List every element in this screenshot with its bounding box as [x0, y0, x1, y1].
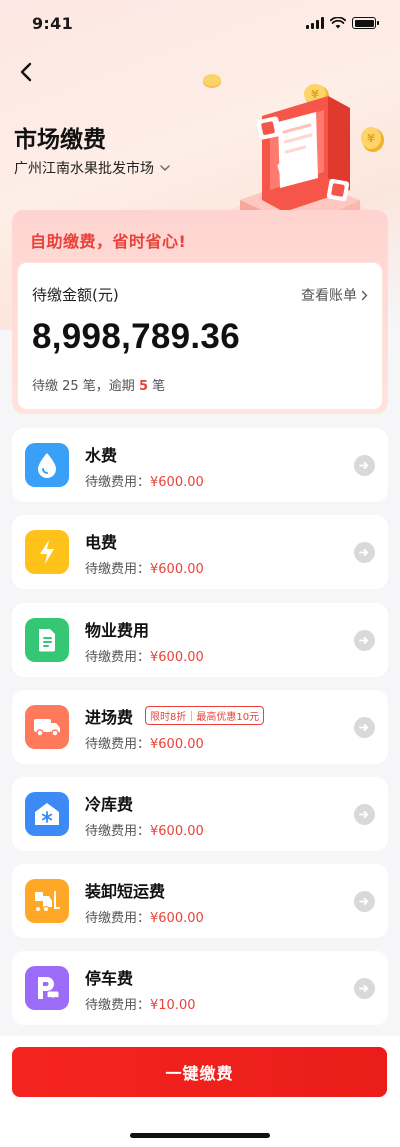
fee-amount: ¥600.00 — [150, 650, 204, 665]
fee-amount: ¥600.00 — [150, 824, 204, 839]
arrow-right-icon[interactable] — [354, 630, 375, 651]
arrow-right-icon[interactable] — [354, 455, 375, 476]
fee-item-parking[interactable]: 停车费 待缴费用：¥10.00 — [12, 951, 388, 1025]
back-arrow-icon — [20, 62, 32, 82]
fee-item-entry[interactable]: 进场费 限时8折｜最高优惠10元 待缴费用：¥600.00 — [12, 690, 388, 764]
fee-amount-label: 待缴费用： — [85, 650, 151, 665]
view-bill-label: 查看账单 — [301, 288, 357, 304]
arrow-right-icon[interactable] — [354, 542, 375, 563]
fee-item-loading[interactable]: 装卸短运费 待缴费用：¥600.00 — [12, 864, 388, 938]
arrow-right-icon[interactable] — [354, 891, 375, 912]
fee-amount-label: 待缴费用： — [85, 911, 151, 926]
fee-amount: ¥600.00 — [150, 911, 204, 926]
slogan: 自助缴费，省时省心! — [30, 232, 187, 251]
fee-amount-label: 待缴费用： — [85, 737, 151, 752]
status-icons — [306, 17, 379, 29]
fee-amount: ¥600.00 — [150, 475, 204, 490]
fee-amount-line: 待缴费用：¥600.00 — [85, 907, 204, 926]
fee-name: 水费 — [85, 446, 118, 465]
fee-amount-line: 待缴费用：¥600.00 — [85, 558, 204, 577]
market-name: 广州江南水果批发市场 — [14, 161, 154, 177]
overdue-count: 5 — [138, 379, 148, 394]
fee-amount: ¥600.00 — [150, 737, 204, 752]
fee-amount-line: 待缴费用：¥600.00 — [85, 733, 204, 752]
status-bar: 9:41 — [0, 0, 400, 46]
coin-icon: ¥ — [361, 127, 384, 152]
document-icon — [25, 618, 69, 662]
due-amount-label: 待缴金额(元) — [32, 286, 119, 304]
arrow-right-icon[interactable] — [354, 978, 375, 999]
cellular-signal-icon — [306, 17, 324, 29]
fee-name: 物业费用 — [85, 621, 150, 640]
pay-all-button[interactable]: 一键缴费 — [12, 1047, 387, 1097]
market-selector[interactable]: 广州江南水果批发市场 — [14, 158, 170, 178]
fee-item-water[interactable]: 水费 待缴费用：¥600.00 — [12, 428, 388, 502]
chevron-right-icon — [361, 290, 368, 300]
fee-item-property[interactable]: 物业费用 待缴费用：¥600.00 — [12, 603, 388, 677]
page-title: 市场缴费 — [14, 127, 106, 153]
count-unit: 笔 — [152, 379, 166, 394]
svg-text:¥: ¥ — [367, 132, 375, 145]
view-bill-link[interactable]: 查看账单 — [301, 285, 368, 305]
status-time: 9:41 — [32, 13, 73, 33]
due-amount-value: 8,998,789.36 — [32, 317, 240, 356]
back-button[interactable] — [12, 58, 40, 86]
fee-name: 电费 — [85, 533, 118, 552]
fee-name: 装卸短运费 — [85, 882, 166, 901]
snowflake-house-icon — [25, 792, 69, 836]
payment-summary-card: 自助缴费，省时省心! 待缴金额(元) 查看账单 8,998,789.36 待缴 … — [12, 210, 388, 414]
water-drop-icon — [25, 443, 69, 487]
forklift-icon — [25, 879, 69, 923]
fee-amount-line: 待缴费用：¥600.00 — [85, 820, 204, 839]
fee-amount: ¥10.00 — [150, 998, 196, 1013]
fee-amount-line: 待缴费用：¥600.00 — [85, 646, 204, 665]
truck-icon — [25, 705, 69, 749]
fee-amount-label: 待缴费用： — [85, 998, 151, 1013]
chevron-down-icon — [160, 165, 170, 171]
battery-icon — [352, 17, 379, 29]
lightning-icon — [25, 530, 69, 574]
coin-icon — [203, 74, 221, 88]
due-amount-card: 待缴金额(元) 查看账单 8,998,789.36 待缴 25 笔，逾期 5 笔 — [17, 262, 383, 410]
fee-name: 进场费 — [85, 708, 134, 727]
home-indicator — [130, 1133, 270, 1138]
fee-item-cold-storage[interactable]: 冷库费 待缴费用：¥600.00 — [12, 777, 388, 851]
fee-amount-label: 待缴费用： — [85, 562, 151, 577]
arrow-right-icon[interactable] — [354, 804, 375, 825]
fee-name: 冷库费 — [85, 795, 134, 814]
fee-amount: ¥600.00 — [150, 562, 204, 577]
fee-amount-label: 待缴费用： — [85, 475, 151, 490]
pending-count-text: 待缴 25 笔，逾期 — [32, 379, 135, 394]
fee-name: 停车费 — [85, 969, 134, 988]
fee-amount-line: 待缴费用：¥600.00 — [85, 471, 204, 490]
fee-amount-line: 待缴费用：¥10.00 — [85, 994, 196, 1013]
bill-count-line: 待缴 25 笔，逾期 5 笔 — [32, 375, 165, 394]
wifi-icon — [330, 17, 346, 29]
gift-tile-icon — [326, 178, 350, 202]
fee-amount-label: 待缴费用： — [85, 824, 151, 839]
promo-tag: 限时8折｜最高优惠10元 — [145, 706, 265, 725]
parking-icon — [25, 966, 69, 1010]
arrow-right-icon[interactable] — [354, 717, 375, 738]
fee-item-electricity[interactable]: 电费 待缴费用：¥600.00 — [12, 515, 388, 589]
